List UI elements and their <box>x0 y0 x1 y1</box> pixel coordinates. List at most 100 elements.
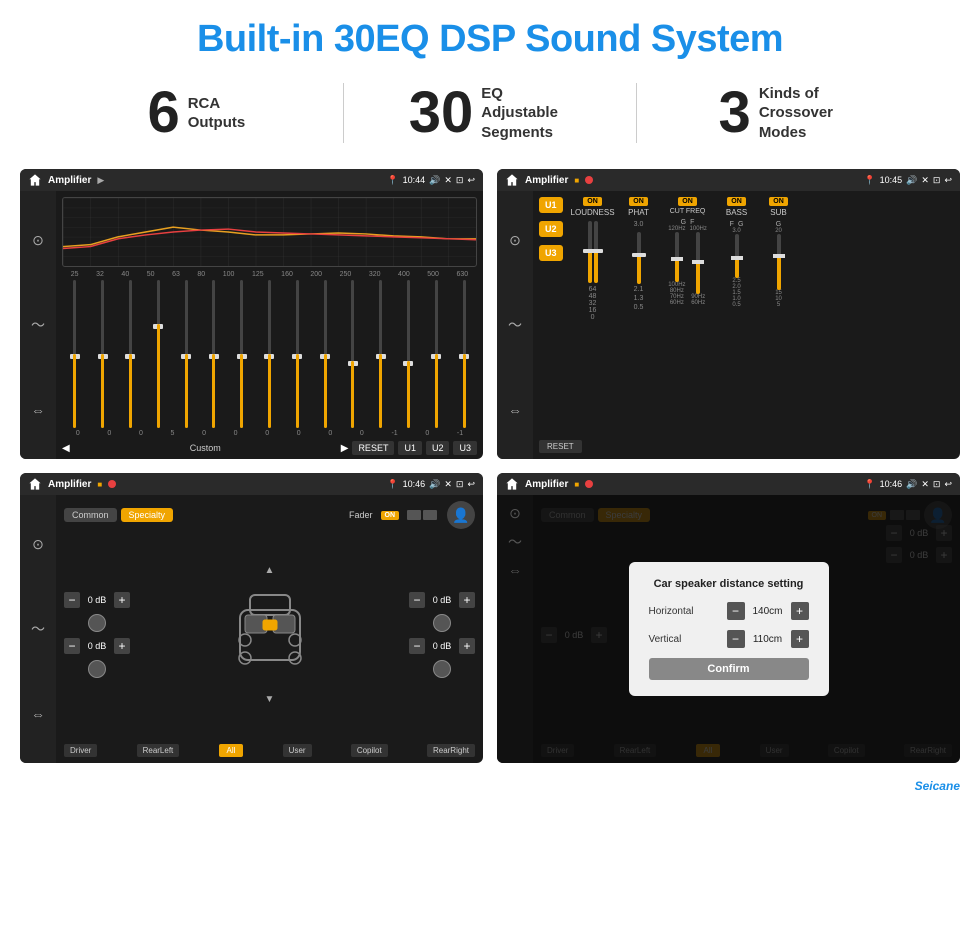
fader-icon-1[interactable]: ⊙ <box>32 536 44 553</box>
fader-dot2-icon <box>108 480 116 488</box>
dist-window-icon[interactable]: ⊡ <box>933 479 941 490</box>
fader-copilot-btn[interactable]: Copilot <box>351 744 388 757</box>
fader-location-icon: 📍 <box>387 479 398 490</box>
eq-volume-icon[interactable]: 🔊 <box>429 175 440 186</box>
amp-u2[interactable]: U2 <box>539 221 563 237</box>
fader-bottom-row: Driver RearLeft All User Copilot RearRig… <box>64 744 475 757</box>
fader-minus-1[interactable]: − <box>64 592 80 608</box>
dist-back-icon[interactable]: ↩ <box>944 479 952 490</box>
amp-phat-on[interactable]: ON <box>629 197 648 206</box>
amp-phat-channel: ON PHAT 3.0 2.1 1.3 0.5 <box>621 197 657 432</box>
eq-next-btn[interactable]: ▶ <box>341 443 349 454</box>
eq-slider-11[interactable] <box>351 280 354 428</box>
dist-horizontal-plus[interactable]: + <box>791 602 809 620</box>
amp-window-icon[interactable]: ⊡ <box>933 175 941 186</box>
fader-minus-4[interactable]: − <box>409 638 425 654</box>
eq-icon-2[interactable]: 〜 <box>31 315 45 335</box>
eq-back-icon[interactable]: ↩ <box>467 175 475 186</box>
amp-close-icon[interactable]: ✕ <box>921 175 929 186</box>
eq-slider-15[interactable] <box>463 280 466 428</box>
eq-window-icon[interactable]: ⊡ <box>456 175 464 186</box>
fader-on-badge[interactable]: ON <box>381 511 400 520</box>
amp-icon-2[interactable]: 〜 <box>508 315 522 335</box>
amp-back-icon[interactable]: ↩ <box>944 175 952 186</box>
dist-volume-icon[interactable]: 🔊 <box>906 479 917 490</box>
amp-cutfreq-on[interactable]: ON <box>678 197 697 206</box>
fader-minus-2[interactable]: − <box>64 638 80 654</box>
eq-slider-13[interactable] <box>407 280 410 428</box>
dist-status-right: 📍 10:46 🔊 ✕ ⊡ ↩ <box>864 479 952 490</box>
dist-confirm-button[interactable]: Confirm <box>649 658 809 680</box>
fader-close-icon[interactable]: ✕ <box>444 479 452 490</box>
eq-slider-7[interactable] <box>240 280 243 428</box>
dist-horizontal-minus[interactable]: − <box>727 602 745 620</box>
fader-icon-2[interactable]: 〜 <box>31 619 45 639</box>
eq-u3-btn[interactable]: U3 <box>453 441 477 455</box>
amp-reset-row: RESET <box>539 440 954 453</box>
fader-speaker-row-1 <box>64 614 130 632</box>
eq-slider-5[interactable] <box>185 280 188 428</box>
eq-play-icon[interactable]: ▶ <box>97 175 104 186</box>
amp-volume-icon[interactable]: 🔊 <box>906 175 917 186</box>
eq-close-icon[interactable]: ✕ <box>444 175 452 186</box>
eq-reset-btn[interactable]: RESET <box>352 441 394 455</box>
eq-slider-1[interactable] <box>73 280 76 428</box>
eq-slider-14[interactable] <box>435 280 438 428</box>
amp-bass-on[interactable]: ON <box>727 197 746 206</box>
amp-loudness-on[interactable]: ON <box>583 197 602 206</box>
fader-rearright-btn[interactable]: RearRight <box>427 744 475 757</box>
fader-icon-3[interactable]: ⇔ <box>31 706 45 722</box>
fader-plus-3[interactable]: + <box>459 592 475 608</box>
fader-plus-2[interactable]: + <box>114 638 130 654</box>
eq-slider-3[interactable] <box>129 280 132 428</box>
eq-sliders-area: 253240506380100125160200250320400500630 <box>62 271 477 437</box>
amp-channels-area: U1 U2 U3 ON LOUDNESS <box>539 197 954 432</box>
fader-driver-btn[interactable]: Driver <box>64 744 97 757</box>
fader-plus-1[interactable]: + <box>114 592 130 608</box>
eq-slider-10[interactable] <box>324 280 327 428</box>
fader-tab-specialty[interactable]: Specialty <box>121 508 174 522</box>
dist-home-icon[interactable] <box>505 477 519 491</box>
home-icon[interactable] <box>28 173 42 187</box>
fader-plus-4[interactable]: + <box>459 638 475 654</box>
amp-u1[interactable]: U1 <box>539 197 563 213</box>
dist-vertical-minus[interactable]: − <box>727 630 745 648</box>
fader-all-btn[interactable]: All <box>219 744 244 757</box>
eq-icon-3[interactable]: ⇔ <box>31 402 45 418</box>
eq-freq-labels: 253240506380100125160200250320400500630 <box>62 271 477 278</box>
eq-slider-4[interactable] <box>157 280 160 428</box>
fader-user-btn[interactable]: User <box>283 744 312 757</box>
fader-minus-3[interactable]: − <box>409 592 425 608</box>
amp-icon-1[interactable]: ⊙ <box>509 232 521 249</box>
eq-icon-1[interactable]: ⊙ <box>32 232 44 249</box>
fader-tab-common[interactable]: Common <box>64 508 117 522</box>
eq-main: 253240506380100125160200250320400500630 <box>56 191 483 459</box>
amp-home-icon[interactable] <box>505 173 519 187</box>
eq-slider-2[interactable] <box>101 280 104 428</box>
amp-u3[interactable]: U3 <box>539 245 563 261</box>
amp-icon-3[interactable]: ⇔ <box>508 402 522 418</box>
fader-db-row-1: − 0 dB + <box>64 592 130 608</box>
dist-modal-title: Car speaker distance setting <box>649 578 809 590</box>
fader-avatar-icon[interactable]: 👤 <box>447 501 475 529</box>
eq-slider-8[interactable] <box>268 280 271 428</box>
amp-sub-on[interactable]: ON <box>769 197 788 206</box>
dist-close-icon[interactable]: ✕ <box>921 479 929 490</box>
amp-app-title: Amplifier <box>525 175 568 186</box>
dist-vertical-plus[interactable]: + <box>791 630 809 648</box>
fader-window-icon[interactable]: ⊡ <box>456 479 464 490</box>
fader-home-icon[interactable] <box>28 477 42 491</box>
fader-back-icon[interactable]: ↩ <box>467 479 475 490</box>
fader-rearleft-btn[interactable]: RearLeft <box>137 744 180 757</box>
eq-slider-12[interactable] <box>379 280 382 428</box>
eq-values: 0005000000-10-1 <box>62 430 477 437</box>
car-diagram-svg <box>215 580 325 690</box>
amp-reset-btn[interactable]: RESET <box>539 440 582 453</box>
eq-u1-btn[interactable]: U1 <box>398 441 422 455</box>
eq-slider-9[interactable] <box>296 280 299 428</box>
fader-volume-icon[interactable]: 🔊 <box>429 479 440 490</box>
eq-slider-6[interactable] <box>212 280 215 428</box>
eq-screen-body: ⊙ 〜 ⇔ <box>20 191 483 459</box>
eq-prev-btn[interactable]: ◀ <box>62 443 70 454</box>
eq-u2-btn[interactable]: U2 <box>426 441 450 455</box>
